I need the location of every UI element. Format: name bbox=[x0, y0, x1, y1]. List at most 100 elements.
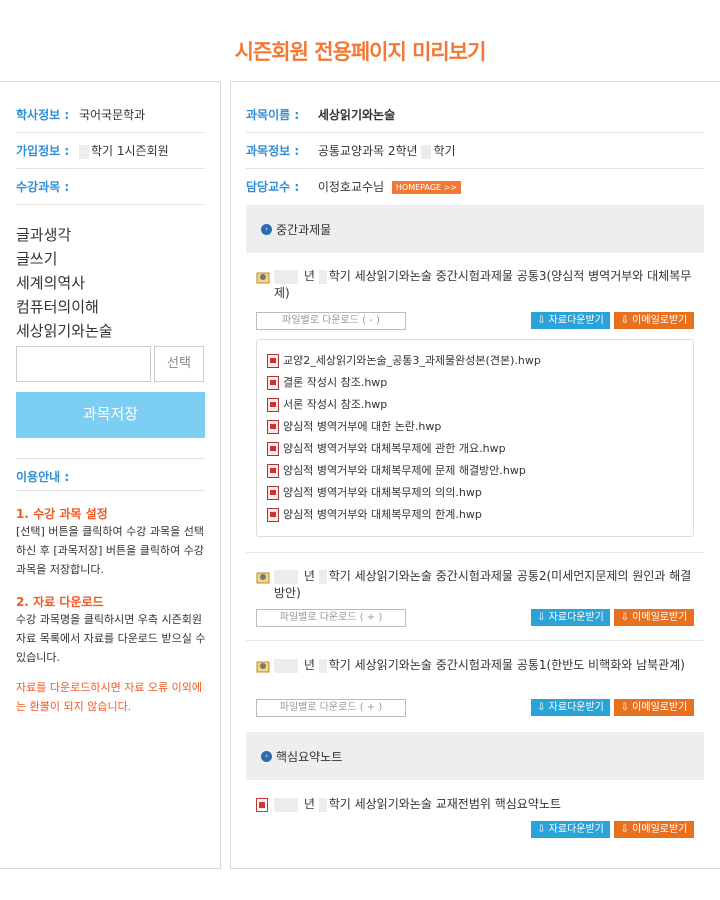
course-item[interactable]: 세상읽기와논술 bbox=[16, 319, 113, 343]
course-info-label: 과목정보 : bbox=[246, 144, 300, 158]
divider bbox=[246, 640, 704, 641]
save-courses-button[interactable]: 과목저장 bbox=[16, 392, 205, 438]
folder-icon bbox=[256, 572, 270, 584]
redacted-block bbox=[274, 658, 298, 673]
guide2-title: 2. 자료 다운로드 bbox=[16, 595, 104, 609]
divider bbox=[16, 490, 205, 491]
file-item[interactable]: 서론 작성시 참조.hwp bbox=[257, 394, 693, 416]
course-select-input[interactable] bbox=[16, 346, 151, 382]
material-title[interactable]: 년 학기 세상읽기와논술 교재전범위 핵심요약노트 bbox=[256, 796, 696, 813]
material-item: 년 학기 세상읽기와논술 중간시험과제물 공통2(미세먼지문제의 원인과 해결방… bbox=[256, 568, 696, 602]
pdf-file-icon bbox=[256, 798, 268, 812]
download-button[interactable]: ⇩ 자료다운받기 bbox=[531, 821, 610, 838]
section-summary-title: 핵심요약노트 bbox=[276, 750, 343, 764]
chevron-right-icon: › bbox=[261, 751, 272, 762]
hwp-file-icon bbox=[267, 376, 279, 390]
file-item[interactable]: 결론 작성시 참조.hwp bbox=[257, 372, 693, 394]
redacted-block bbox=[274, 269, 298, 284]
file-toggle-button[interactable]: 파일별로 다운로드 ( - ) bbox=[256, 312, 406, 330]
material-title[interactable]: 년 학기 세상읽기와논술 중간시험과제물 공통1(한반도 비핵화와 남북관계) bbox=[256, 657, 696, 674]
course-item[interactable]: 글과생각 bbox=[16, 223, 113, 247]
course-info-value: 공통교양과목 2학년 bbox=[317, 144, 418, 158]
material-title-text: 학기 세상읽기와논술 중간시험과제물 공통1(한반도 비핵화와 남북관계) bbox=[328, 658, 685, 672]
courses-row: 수강과목 : bbox=[16, 178, 205, 195]
file-item[interactable]: 양심적 병역거부에 대한 논란.hwp bbox=[257, 416, 693, 438]
course-name-value: 세상읽기와논술 bbox=[317, 108, 396, 122]
folder-icon bbox=[256, 272, 270, 284]
section-midterm-title: 중간과제물 bbox=[276, 223, 332, 237]
material-year-suffix: 년 bbox=[303, 569, 315, 583]
folder-icon bbox=[256, 661, 270, 673]
file-name: 양심적 병역거부와 대체복무제의 의의.hwp bbox=[283, 486, 482, 499]
chevron-right-icon: › bbox=[261, 224, 272, 235]
course-item[interactable]: 컴퓨터의이해 bbox=[16, 295, 113, 319]
download-button[interactable]: ⇩ 자료다운받기 bbox=[531, 312, 610, 329]
material-item: 년 학기 세상읽기와논술 중간시험과제물 공통3(양심적 병역거부와 대체복무제… bbox=[256, 268, 696, 302]
academic-info-value: 국어국문학과 bbox=[78, 108, 146, 122]
divider bbox=[246, 168, 704, 169]
course-info-row: 과목정보 : 공통교양과목 2학년 학기 bbox=[246, 142, 704, 159]
courses-label: 수강과목 : bbox=[16, 180, 70, 194]
academic-info-row: 학사정보 : 국어국문학과 bbox=[16, 106, 205, 123]
divider bbox=[16, 204, 205, 205]
file-item[interactable]: 양심적 병역거부와 대체복무제의 의의.hwp bbox=[257, 482, 693, 504]
guide1-body: [선택] 버튼을 클릭하여 수강 과목을 선택하신 후 [과목저장] 버튼을 클… bbox=[16, 525, 204, 576]
file-item[interactable]: 양심적 병역거부와 대체복무제의 한계.hwp bbox=[257, 504, 693, 526]
section-summary-header: › 핵심요약노트 bbox=[246, 732, 704, 780]
file-name: 양심적 병역거부와 대체복무제에 관한 개요.hwp bbox=[283, 442, 506, 455]
page-title: 시즌회원 전용페이지 미리보기 bbox=[234, 40, 487, 64]
file-item[interactable]: 교양2_세상읽기와논술_공통3_과제물완성본(견본).hwp bbox=[257, 350, 693, 372]
material-year-suffix: 년 bbox=[303, 658, 315, 672]
file-name: 교양2_세상읽기와논술_공통3_과제물완성본(견본).hwp bbox=[283, 354, 541, 367]
hwp-file-icon bbox=[267, 508, 279, 522]
divider bbox=[246, 552, 704, 553]
select-button[interactable]: 선택 bbox=[154, 346, 204, 382]
professor-row: 담당교수 : 이정호교수님 HOMEPAGE >> bbox=[246, 178, 704, 195]
hwp-file-icon bbox=[267, 464, 279, 478]
hwp-file-icon bbox=[267, 420, 279, 434]
material-year-suffix: 년 bbox=[303, 269, 315, 283]
file-list: 교양2_세상읽기와논술_공통3_과제물완성본(견본).hwp 결론 작성시 참조… bbox=[256, 339, 694, 537]
file-toggle-button[interactable]: 파일별로 다운로드 ( + ) bbox=[256, 609, 406, 627]
homepage-link[interactable]: HOMEPAGE >> bbox=[391, 181, 462, 194]
material-title[interactable]: 년 학기 세상읽기와논술 중간시험과제물 공통2(미세먼지문제의 원인과 해결방… bbox=[256, 568, 696, 602]
hwp-file-icon bbox=[267, 442, 279, 456]
email-button[interactable]: ⇩ 이메일로받기 bbox=[614, 821, 694, 838]
file-toggle-button[interactable]: 파일별로 다운로드 ( + ) bbox=[256, 699, 406, 717]
material-title[interactable]: 년 학기 세상읽기와논술 중간시험과제물 공통3(양심적 병역거부와 대체복무제… bbox=[256, 268, 696, 302]
divider bbox=[16, 458, 205, 459]
course-info-term: 학기 bbox=[433, 144, 456, 158]
course-item[interactable]: 세계의역사 bbox=[16, 271, 113, 295]
file-name: 양심적 병역거부와 대체복무제의 한계.hwp bbox=[283, 508, 482, 521]
course-item[interactable]: 글쓰기 bbox=[16, 247, 113, 271]
file-item[interactable]: 양심적 병역거부와 대체복무제에 관한 개요.hwp bbox=[257, 438, 693, 460]
hwp-file-icon bbox=[267, 398, 279, 412]
file-item[interactable]: 양심적 병역거부와 대체복무제에 문제 해결방안.hwp bbox=[257, 460, 693, 482]
file-name: 서론 작성시 참조.hwp bbox=[283, 398, 388, 411]
redacted-block bbox=[318, 569, 327, 584]
material-title-text: 학기 세상읽기와논술 중간시험과제물 공통3(양심적 병역거부와 대체복무제) bbox=[274, 269, 692, 300]
divider bbox=[16, 132, 205, 133]
email-button[interactable]: ⇩ 이메일로받기 bbox=[614, 609, 694, 626]
divider bbox=[246, 132, 704, 133]
material-year-suffix: 년 bbox=[303, 797, 315, 811]
redacted-block bbox=[421, 144, 432, 159]
join-info-row: 가입정보 : 학기 1시즌회원 bbox=[16, 142, 205, 159]
download-button[interactable]: ⇩ 자료다운받기 bbox=[531, 609, 610, 626]
divider bbox=[16, 168, 205, 169]
material-title-text: 학기 세상읽기와논술 교재전범위 핵심요약노트 bbox=[328, 797, 561, 811]
hwp-file-icon bbox=[267, 354, 279, 368]
material-item: 년 학기 세상읽기와논술 교재전범위 핵심요약노트 bbox=[256, 796, 696, 813]
guide1-title: 1. 수강 과목 설정 bbox=[16, 507, 108, 521]
redacted-block bbox=[274, 569, 298, 584]
email-button[interactable]: ⇩ 이메일로받기 bbox=[614, 312, 694, 329]
professor-value: 이정호교수님 bbox=[317, 180, 385, 194]
redacted-block bbox=[318, 269, 327, 284]
download-button[interactable]: ⇩ 자료다운받기 bbox=[531, 699, 610, 716]
material-title-text: 학기 세상읽기와논술 중간시험과제물 공통2(미세먼지문제의 원인과 해결방안) bbox=[274, 569, 692, 600]
guide-label: 이용안내 : bbox=[16, 470, 70, 484]
member-info-panel: 학사정보 : 국어국문학과 가입정보 : 학기 1시즌회원 수강과목 : 글과생… bbox=[0, 81, 221, 869]
redacted-block bbox=[318, 797, 327, 812]
email-button[interactable]: ⇩ 이메일로받기 bbox=[614, 699, 694, 716]
course-list: 글과생각 글쓰기 세계의역사 컴퓨터의이해 세상읽기와논술 bbox=[16, 223, 113, 343]
